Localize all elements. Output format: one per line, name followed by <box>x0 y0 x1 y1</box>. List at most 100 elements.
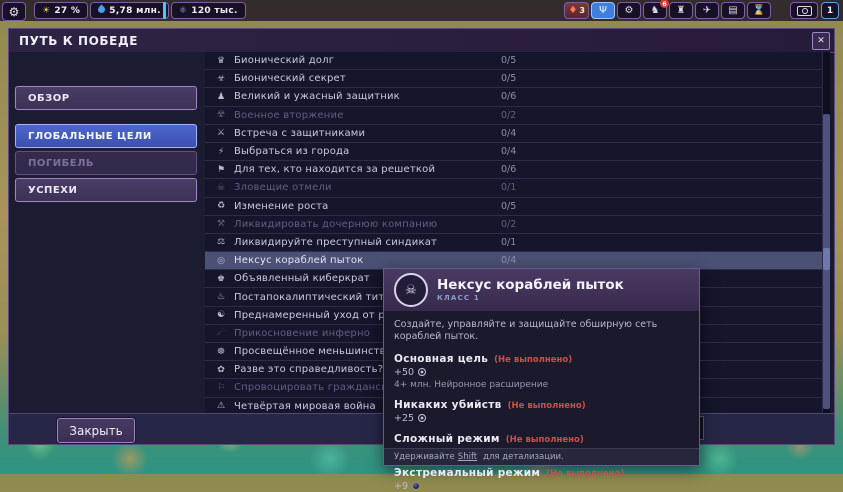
goal-label: Зловещие отмели <box>234 182 332 193</box>
goal-label: Встреча с защитниками <box>234 128 365 139</box>
goal-label: Ликвидируйте преступный синдикат <box>234 237 437 248</box>
goal-progress: 0/2 <box>501 110 516 121</box>
footer-hint-key: Shift <box>458 452 477 462</box>
goal-icon: ⚒ <box>213 219 229 229</box>
close-panel-button[interactable]: Закрыть <box>57 418 135 443</box>
section-status: (Не выполнено) <box>506 435 584 445</box>
resource-value: 27 % <box>54 6 80 16</box>
journal-icon: ▤ <box>728 5 737 16</box>
hud-icon-button[interactable]: ✈ <box>695 2 719 19</box>
goal-label: Изменение роста <box>234 201 328 212</box>
section-reward-value: +50 <box>394 367 414 378</box>
nanite-icon: ⚛ <box>179 6 187 16</box>
hud-icon-button[interactable]: ⚙ <box>617 2 641 19</box>
footer-hint-suffix: для детализации. <box>483 452 564 462</box>
goal-icon: ☸ <box>213 347 229 357</box>
hud-icon-button[interactable]: ♞ 6 <box>643 2 667 19</box>
panel-header: ПУТЬ К ПОБЕДЕ <box>9 29 834 53</box>
sidebar-item-1[interactable]: ГЛОБАЛЬНЫЕ ЦЕЛИ <box>15 124 197 148</box>
sun-icon: ☀ <box>42 6 50 16</box>
camera-button[interactable] <box>790 2 818 19</box>
goal-row[interactable]: ☠ Зловещие отмели 0/1 <box>205 179 822 197</box>
goal-row[interactable]: ☣ Бионический секрет 0/5 <box>205 70 822 88</box>
goal-label: Постапокалиптический титан <box>234 292 397 303</box>
goal-emblem-icon: ☠ <box>394 273 428 307</box>
hud-icon-count: 3 <box>579 6 585 15</box>
sidebar-item-3[interactable]: УСПЕХИ <box>15 178 197 202</box>
section-title: Никаких убийств <box>394 399 502 411</box>
goal-label: Четвёртая мировая война <box>234 401 376 412</box>
goal-label: Разве это справедливость? <box>234 364 383 375</box>
photo-counter: 1 <box>821 2 839 19</box>
hud-accent-bar <box>163 2 166 19</box>
goal-row[interactable]: ⚒ Ликвидировать дочернюю компанию 0/2 <box>205 216 822 234</box>
goal-row[interactable]: ☢ Военное вторжение 0/2 <box>205 107 822 125</box>
section-title: Экстремальный режим <box>394 467 540 479</box>
goal-row[interactable]: ⚡ Выбраться из города 0/4 <box>205 143 822 161</box>
sidebar-item-2[interactable]: ПОГИБЕЛЬ <box>15 151 197 175</box>
goal-row[interactable]: ⚑ Для тех, кто находится за решеткой 0/6 <box>205 161 822 179</box>
tooltip-section: Никаких убийств (Не выполнено) +25 <box>394 399 689 424</box>
hud-icon-button[interactable]: Ψ <box>591 2 615 19</box>
section-status: (Не выполнено) <box>494 355 572 365</box>
goal-icon: ⚡ <box>213 147 229 157</box>
reward-currency-icon <box>418 368 426 376</box>
goal-row[interactable]: ⚖ Ликвидируйте преступный синдикат 0/1 <box>205 234 822 252</box>
section-title: Сложный режим <box>394 433 500 445</box>
sidebar-item-0[interactable]: ОБЗОР <box>15 86 197 110</box>
goal-icon: ♛ <box>213 56 229 66</box>
scrollbar[interactable] <box>822 52 830 414</box>
goal-icon: ⚔ <box>213 128 229 138</box>
goal-icon: ✿ <box>213 365 229 375</box>
top-hud: ⚙ ☀ 27 % 5,78 млн. ⚛ 120 тыс. ♦ 3 Ψ ⚙ ♞ … <box>0 0 843 21</box>
goal-icon: ⚑ <box>213 165 229 175</box>
menu-gear-button[interactable]: ⚙ <box>2 2 26 21</box>
goal-row[interactable]: ♻ Изменение роста 0/5 <box>205 198 822 216</box>
crystal-icon: ♦ <box>568 5 577 16</box>
hud-icon-button[interactable]: ▤ <box>721 2 745 19</box>
tooltip-section: Экстремальный режим (Не выполнено) +9 <box>394 467 689 492</box>
hud-icon-button[interactable]: ♜ <box>669 2 693 19</box>
section-reward-value: +9 <box>394 481 408 492</box>
photo-group: 1 <box>790 2 839 19</box>
goal-icon: ♟ <box>213 92 229 102</box>
section-status: (Не выполнено) <box>508 401 586 411</box>
goal-label: Ликвидировать дочернюю компанию <box>234 219 437 230</box>
resource-group: ☀ 27 % 5,78 млн. ⚛ 120 тыс. <box>34 2 246 19</box>
goal-row[interactable]: ♛ Бионический долг 0/5 <box>205 52 822 70</box>
goal-row[interactable]: ⚔ Встреча с защитниками 0/4 <box>205 125 822 143</box>
goal-label: Бионический долг <box>234 55 334 66</box>
gear-icon: ⚙ <box>9 5 20 19</box>
tooltip-description: Создайте, управляйте и защищайте обширну… <box>394 319 689 344</box>
goal-label: Для тех, кто находится за решеткой <box>234 164 435 175</box>
section-reward-value: +25 <box>394 413 414 424</box>
reward-currency-icon <box>412 482 420 490</box>
close-button[interactable]: ✕ <box>812 32 830 50</box>
goal-icon: ♚ <box>213 274 229 284</box>
sidebar-item-label: ГЛОБАЛЬНЫЕ ЦЕЛИ <box>28 131 152 142</box>
sidebar-item-label: ОБЗОР <box>28 93 70 104</box>
goal-label: Прикосновение инферно <box>234 328 370 339</box>
footer-hint-prefix: Удерживайте <box>394 452 455 462</box>
hud-icon-button[interactable]: ♦ 3 <box>564 2 589 19</box>
goal-label: Бионический секрет <box>234 73 346 84</box>
goal-icon: ◎ <box>213 256 229 266</box>
goal-progress: 0/6 <box>501 164 516 175</box>
hud-icon-button[interactable]: ⌛ <box>747 2 771 19</box>
creature-icon: ♞ <box>651 5 660 16</box>
goal-icon: ♨ <box>213 292 229 302</box>
goal-progress: 0/4 <box>501 255 516 266</box>
scrollbar-highlight <box>823 248 830 270</box>
goal-label: Выбраться из города <box>234 146 350 157</box>
gear-icon: ⚙ <box>625 5 634 16</box>
resource-pill: ☀ 27 % <box>34 2 88 19</box>
sidebar-item-label: ПОГИБЕЛЬ <box>28 158 94 169</box>
goal-progress: 0/5 <box>501 55 516 66</box>
sidebar-item-label: УСПЕХИ <box>28 185 77 196</box>
goal-label: Нексус кораблей пыток <box>234 255 363 266</box>
goal-row[interactable]: ♟ Великий и ужасный защитник 0/6 <box>205 88 822 106</box>
notification-badge: 6 <box>660 0 669 8</box>
close-icon: ✕ <box>817 36 825 46</box>
page-title: ПУТЬ К ПОБЕДЕ <box>19 34 138 48</box>
camera-icon <box>797 6 812 16</box>
